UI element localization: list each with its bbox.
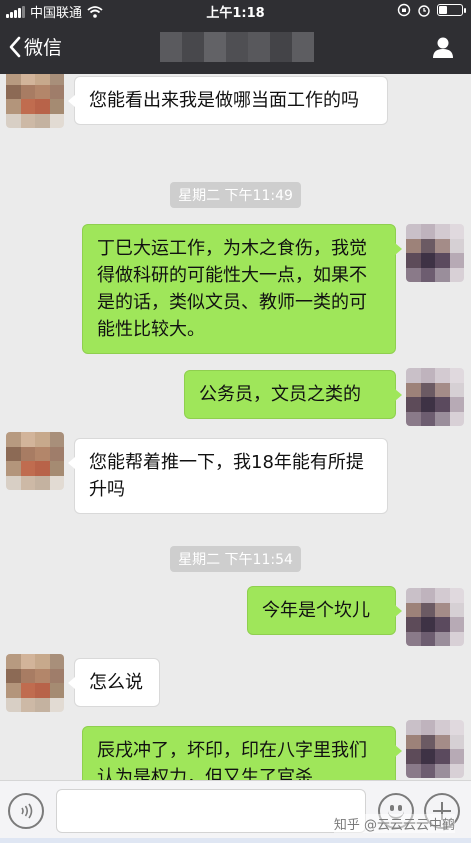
message-bubble-incoming[interactable]: 怎么说: [68, 658, 160, 707]
alarm-icon: [418, 5, 430, 17]
input-bar: [0, 780, 471, 843]
message-bubble-outgoing[interactable]: 公务员，文员之类的: [184, 370, 402, 419]
status-bar: 中国联通 上午1:18: [0, 0, 471, 21]
message-text: 您能帮着推一下，我18年能有所提升吗: [89, 452, 364, 500]
back-label: 微信: [24, 37, 63, 59]
back-button[interactable]: 微信: [8, 33, 62, 60]
nav-bar: 微信: [0, 20, 471, 74]
message-bubble-incoming[interactable]: 您能看出来我是做哪当面工作的吗: [68, 76, 388, 125]
avatar-self[interactable]: [406, 368, 464, 426]
message-text: 丁巳大运工作，为木之食伤，我觉得做科研的可能性大一点，如果不是的话，类似文员、教…: [97, 238, 367, 340]
avatar-contact[interactable]: [6, 74, 64, 128]
chat-title-blurred: [160, 32, 314, 62]
message-text: 今年是个坎儿: [262, 600, 370, 621]
message-text: 公务员，文员之类的: [199, 384, 361, 405]
battery-icon: [437, 4, 466, 16]
bottom-strip: [0, 838, 471, 843]
timestamp: 星期二 下午11:54: [0, 546, 471, 572]
message-text: 怎么说: [89, 672, 143, 693]
message-text: 您能看出来我是做哪当面工作的吗: [89, 90, 359, 111]
avatar-contact[interactable]: [6, 654, 64, 712]
voice-icon: [21, 803, 33, 819]
avatar-self[interactable]: [406, 720, 464, 778]
message-bubble-outgoing[interactable]: 辰戌冲了，坏印，印在八字里我们认为是权力，但又生了官杀: [82, 726, 402, 780]
avatar-self[interactable]: [406, 224, 464, 282]
chevron-left-icon: [9, 36, 21, 57]
message-input[interactable]: [56, 789, 366, 833]
chat-area[interactable]: 您能看出来我是做哪当面工作的吗 星期二 下午11:49 丁巳大运工作，为木之食伤…: [0, 74, 471, 780]
orientation-lock-icon: [397, 3, 411, 17]
timestamp: 星期二 下午11:49: [0, 182, 471, 208]
message-bubble-outgoing[interactable]: 丁巳大运工作，为木之食伤，我觉得做科研的可能性大一点，如果不是的话，类似文员、教…: [82, 224, 402, 354]
avatar-self[interactable]: [406, 588, 464, 646]
watermark: 知乎 @云云云云中鹤: [333, 814, 455, 833]
message-bubble-incoming[interactable]: 您能帮着推一下，我18年能有所提升吗: [68, 438, 388, 514]
person-icon[interactable]: [431, 35, 455, 59]
avatar-contact[interactable]: [6, 432, 64, 490]
message-bubble-outgoing[interactable]: 今年是个坎儿: [247, 586, 402, 635]
message-text: 辰戌冲了，坏印，印在八字里我们认为是权力，但又生了官杀: [97, 740, 367, 780]
battery-level: [439, 6, 447, 14]
voice-button[interactable]: [8, 793, 44, 829]
